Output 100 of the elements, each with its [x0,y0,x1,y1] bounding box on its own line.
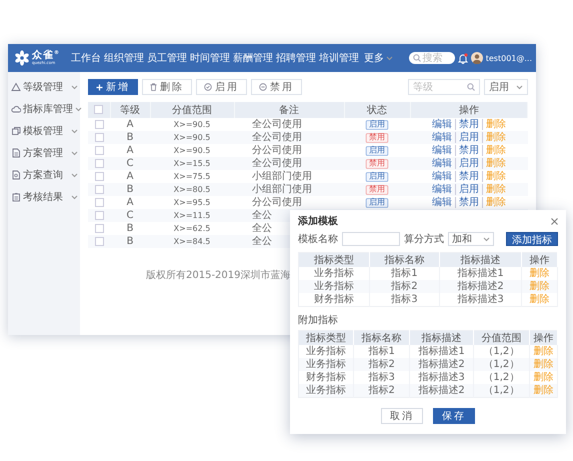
nav-item[interactable]: 时间管理 [190,49,230,67]
action-link[interactable]: 编辑 [428,132,455,143]
table-cell: A [110,170,150,183]
status-badge: 启用 [366,120,388,130]
table-cell: 业务指标 [298,358,354,371]
action-link[interactable]: 启用 [454,132,482,143]
chevron-icon [483,236,490,242]
checkbox[interactable] [94,236,104,246]
checkbox[interactable] [94,146,104,155]
status-badge: 启用 [366,146,388,156]
action-link[interactable]: 禁用 [454,171,482,182]
checkbox[interactable] [94,120,104,129]
sidebar-item[interactable]: 指标库管理 [8,98,80,120]
action-link[interactable]: 编辑 [428,197,455,208]
circle-minus-icon [259,83,267,91]
status-badge: 禁用 [366,158,388,168]
nav-item[interactable]: 薪酬管理 [233,49,273,67]
status-select[interactable]: 启用 [484,79,528,95]
logo-icon [14,50,30,66]
modal-title: 添加模板 [298,214,338,228]
triangle-icon [11,82,21,92]
table-cell: 小组部门使用 [252,184,312,195]
table-cell: 业务指标 [298,384,354,398]
column-header: 指标类型 [298,330,354,345]
input-field[interactable] [342,232,400,246]
column-header: 指标描述 [409,330,474,345]
chevron-icon [71,194,78,200]
column-header: 备注 [234,102,344,118]
user-name[interactable]: test001@... [486,54,532,62]
avatar[interactable] [470,52,483,64]
add-button[interactable]: 添加指标 [506,232,558,246]
action-link[interactable]: 编辑 [428,184,455,195]
table-cell: X>=80.5 [150,183,234,196]
sidebar-item[interactable]: 考核结果 [8,186,80,208]
sidebar-item[interactable]: 模板管理 [8,120,80,142]
table-cell: B [110,183,150,196]
close-icon[interactable] [551,218,558,224]
column-header: 状态 [344,102,410,118]
nav-item[interactable]: 培训管理 [319,49,359,67]
bell-icon[interactable] [458,52,468,64]
table-cell: 全公司使用 [252,132,302,143]
checkbox[interactable] [94,184,104,194]
add-button[interactable]: 新增 [88,79,138,95]
column-header: 指标描述 [440,252,522,267]
nav-item[interactable]: 组织管理 [104,49,144,67]
checkbox[interactable] [94,224,104,233]
more-menu[interactable]: 更多 [364,49,393,67]
nav-item[interactable]: 工作台 [71,49,101,67]
checkbox[interactable] [94,158,104,168]
table-cell: 全公 [252,236,272,247]
table-cell: （1,2） [474,358,530,371]
table-cell: 指标描述2 [440,280,522,293]
table-cell: 全公 [252,223,272,234]
table-cell: X>=84.5 [150,235,234,248]
table-cell: （1,2） [474,384,530,398]
column-header: 等级 [110,102,150,118]
action-link[interactable]: 禁用 [454,119,482,130]
action-link[interactable]: 启用 [454,158,482,169]
sidebar-item[interactable]: 等级管理 [8,76,80,98]
action-link[interactable]: 启用 [454,184,482,195]
nav-item[interactable]: 招聘管理 [276,49,316,67]
action-link[interactable]: 编辑 [428,145,455,156]
chevron-icon [71,150,78,156]
sidebar-item[interactable]: 方案管理 [8,142,80,164]
table-cell: X>=90.5 [150,118,234,131]
table-cell: A [110,118,150,131]
table-cell: A [110,144,150,157]
chevron-icon [71,172,78,178]
checkbox[interactable] [94,198,104,207]
checkbox[interactable] [94,210,104,220]
checkbox[interactable] [94,105,104,114]
checkbox[interactable] [94,132,104,142]
column-header: 操作 [521,252,558,267]
column-header: 分值范围 [150,102,234,118]
action-link[interactable]: 编辑 [428,171,455,182]
method-select[interactable]: 加和 [448,232,494,246]
table-cell: 指标2 [369,280,440,293]
action-link[interactable]: 编辑 [428,119,455,130]
cloud-icon [11,104,21,114]
enable-button[interactable]: 启用 [196,79,247,95]
cancel-button[interactable]: 取消 [381,408,423,424]
field-label: 算分方式 [404,232,444,246]
action-link[interactable]: 禁用 [454,145,482,156]
checkbox[interactable] [94,172,104,181]
delete-button[interactable]: 删除 [142,79,192,95]
table-cell: 财务指标 [298,293,370,306]
table-cell: B [110,222,150,235]
action-link[interactable]: 编辑 [428,158,455,169]
chevron-icon [71,84,78,90]
table-cell: X>=15.5 [150,157,234,170]
action-link[interactable]: 禁用 [454,197,482,208]
sidebar-item[interactable]: 方案查询 [8,164,80,186]
disable-button[interactable]: 禁用 [251,79,302,95]
save-button[interactable]: 保存 [433,408,475,424]
table-cell: 指标3 [369,293,440,306]
table-cell: X>=62.5 [150,222,234,235]
plus-icon [96,84,103,90]
nav-item[interactable]: 员工管理 [147,49,187,67]
table-cell: X>=90.5 [150,131,234,144]
table-cell: 分公司使用 [252,145,302,156]
